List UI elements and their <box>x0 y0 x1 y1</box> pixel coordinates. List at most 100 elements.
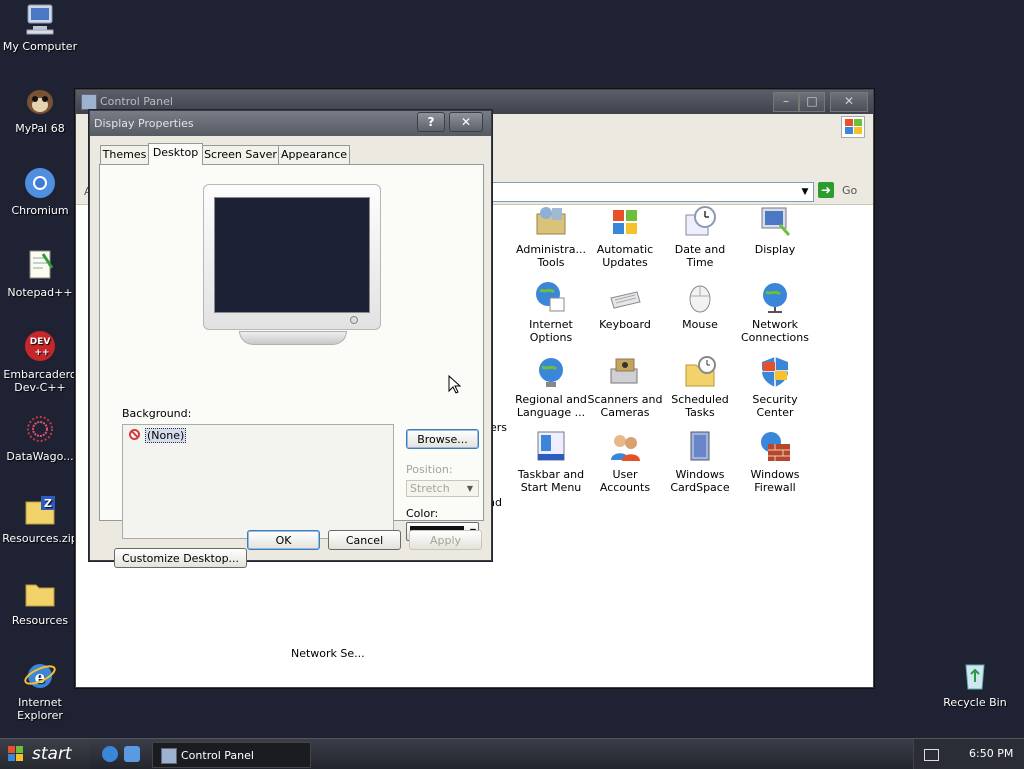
desktop-icon-label: Recycle Bin <box>943 696 1007 709</box>
cp-item-windows-cardspace[interactable]: Windows CardSpace <box>662 430 738 494</box>
chevron-down-icon[interactable]: ▼ <box>798 184 812 200</box>
network-icon <box>758 280 792 314</box>
scanner-camera-icon <box>608 355 642 389</box>
network-tray-icon[interactable] <box>924 749 939 761</box>
taskbar-item-label: Control Panel <box>181 749 254 762</box>
desktop-icon-label: Resources <box>11 614 69 627</box>
desktop-icon-mypal[interactable]: MyPal 68 <box>0 84 80 135</box>
cp-item-network-connections[interactable]: Network Connections <box>737 280 813 344</box>
monitor-preview <box>203 184 381 345</box>
tab-appearance[interactable]: Appearance <box>278 145 350 164</box>
cp-item-display[interactable]: Display <box>737 205 813 256</box>
close-button[interactable]: ✕ <box>830 92 868 112</box>
background-list[interactable]: (None) <box>122 424 394 539</box>
cp-item-keyboard[interactable]: Keyboard <box>587 280 663 331</box>
zip-folder-icon: Z <box>23 494 57 528</box>
windows-update-icon <box>608 205 642 239</box>
desktop-icon-label: Notepad++ <box>7 286 73 299</box>
user-accounts-icon <box>608 430 642 464</box>
desktop-icon-label: Resources.zip <box>2 532 78 545</box>
cp-item-security-center[interactable]: Security Center <box>737 355 813 419</box>
monitor-led-icon <box>350 316 358 324</box>
taskbar: start Control Panel 6:50 PM <box>0 738 1024 769</box>
mouse-icon <box>683 280 717 314</box>
desktop-icon-notepadpp[interactable]: Notepad++ <box>0 248 80 299</box>
start-label: start <box>32 744 72 764</box>
desktop-icon-label: Internet Explorer <box>17 696 63 722</box>
cp-item-scanners-and-cameras[interactable]: Scanners and Cameras <box>587 355 663 419</box>
system-tray: 6:50 PM <box>913 739 1024 769</box>
datawago-icon <box>23 412 57 446</box>
svg-text:Z: Z <box>44 497 52 510</box>
list-item-label: (None) <box>145 428 187 443</box>
dialog-title: Display Properties <box>94 117 194 130</box>
mypal-icon <box>23 84 57 118</box>
cp-item-automatic-updates[interactable]: Automatic Updates <box>587 205 663 269</box>
start-button[interactable]: start <box>0 739 90 769</box>
position-select[interactable]: Stretch ▼ <box>406 480 479 497</box>
taskbar-icon <box>534 430 568 464</box>
clock-icon <box>683 205 717 239</box>
background-label: Background: <box>122 407 192 420</box>
cp-item-date-and-time[interactable]: Date and Time <box>662 205 738 269</box>
desktop-icon-label: DataWago... <box>6 450 74 463</box>
desktop-icon-chromium[interactable]: Chromium <box>0 166 80 217</box>
svg-text:DEV: DEV <box>30 337 51 347</box>
control-panel-icon <box>161 748 177 764</box>
desktop-tab-panel: Background: (None) Browse... Position: S… <box>99 164 484 568</box>
go-button[interactable]: ➜ Go <box>818 181 868 201</box>
tab-screen-saver[interactable]: Screen Saver <box>202 145 279 164</box>
desktop-icon-recycle-bin[interactable]: Recycle Bin <box>935 658 1015 709</box>
desktop-icon-resources[interactable]: Resources <box>0 576 80 627</box>
tab-desktop[interactable]: Desktop <box>148 143 203 165</box>
apply-button[interactable]: Apply <box>409 530 482 550</box>
cp-item-internet-options[interactable]: Internet Options <box>513 280 589 344</box>
browse-button[interactable]: Browse... <box>406 429 479 449</box>
display-properties-dialog[interactable]: Display Properties ? ✕ Themes Desktop Sc… <box>89 110 492 568</box>
clock[interactable]: 6:50 PM <box>969 747 1013 760</box>
minimize-button[interactable]: – <box>773 92 799 112</box>
partial-label-network-se: Network Se... <box>291 647 365 660</box>
cp-item-windows-firewall[interactable]: Windows Firewall <box>737 430 813 494</box>
svg-text:++: ++ <box>34 348 49 358</box>
admin-tools-icon <box>534 205 568 239</box>
cp-item-regional-and-language[interactable]: Regional and Language ... <box>513 355 589 419</box>
cancel-button[interactable]: Cancel <box>328 530 401 550</box>
devcpp-icon: DEV ++ <box>23 330 57 364</box>
cp-item-scheduled-tasks[interactable]: Scheduled Tasks <box>662 355 738 419</box>
desktop-icon-label: My Computer <box>2 40 78 53</box>
dialog-titlebar[interactable]: Display Properties ? ✕ <box>90 111 491 136</box>
tab-themes[interactable]: Themes <box>100 145 149 164</box>
close-button[interactable]: ✕ <box>449 112 483 132</box>
globe-icon <box>534 355 568 389</box>
desktop-icon-label: Embarcadero Dev-C++ <box>3 368 77 394</box>
desktop-icon-label: MyPal 68 <box>15 122 65 135</box>
position-label: Position: <box>406 463 453 476</box>
recycle-bin-icon <box>958 658 992 692</box>
firewall-icon <box>758 430 792 464</box>
position-value: Stretch <box>410 482 450 495</box>
cp-item-taskbar-and-start-menu[interactable]: Taskbar and Start Menu <box>513 430 589 494</box>
quicklaunch-app-icon[interactable] <box>124 746 140 762</box>
maximize-button[interactable]: □ <box>799 92 825 112</box>
go-label: Go <box>842 184 858 197</box>
quicklaunch-ie-icon[interactable] <box>102 746 118 762</box>
help-button[interactable]: ? <box>417 112 445 132</box>
desktop-icon-label: Chromium <box>11 204 69 217</box>
taskbar-item-control-panel[interactable]: Control Panel <box>152 742 311 768</box>
none-icon <box>129 429 140 440</box>
cp-item-administrative-tools[interactable]: Administra... Tools <box>513 205 589 269</box>
cp-item-mouse[interactable]: Mouse <box>662 280 738 331</box>
go-arrow-icon: ➜ <box>818 182 834 198</box>
customize-desktop-button[interactable]: Customize Desktop... <box>114 548 247 568</box>
windows-flag-icon <box>8 746 24 762</box>
desktop-icon-devcpp[interactable]: DEV ++ Embarcadero Dev-C++ <box>0 330 80 394</box>
desktop-icon-resources-zip[interactable]: Z Resources.zip <box>0 494 80 545</box>
desktop-icon-my-computer[interactable]: My Computer <box>0 2 80 53</box>
desktop-icon-datawago[interactable]: DataWago... <box>0 412 80 463</box>
internet-options-icon <box>534 280 568 314</box>
cp-item-user-accounts[interactable]: User Accounts <box>587 430 663 494</box>
display-icon <box>758 205 792 239</box>
ok-button[interactable]: OK <box>247 530 320 550</box>
desktop-icon-internet-explorer[interactable]: e Internet Explorer <box>0 658 80 722</box>
